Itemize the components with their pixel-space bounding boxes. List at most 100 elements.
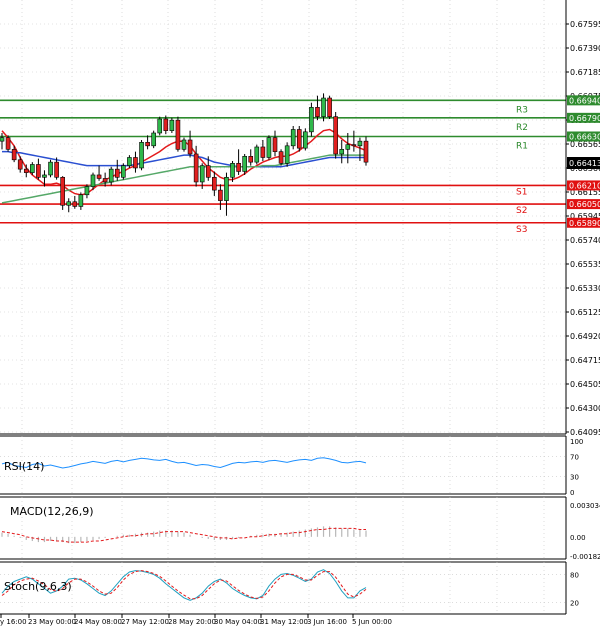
macd-tick-label: -0.001826 <box>570 553 600 561</box>
candle-body-up <box>290 129 296 147</box>
candle-body-up <box>224 176 229 201</box>
candle-body-up <box>30 164 35 173</box>
stochastic-tick-label: 20 <box>570 600 579 608</box>
rsi-panel: RSI(14) 100 70 30 0 <box>0 435 583 497</box>
candle-body-down <box>327 97 332 117</box>
candle <box>278 149 284 166</box>
candle-body-down <box>333 116 338 155</box>
candle-body-up <box>284 145 290 164</box>
candle-body-down <box>17 159 23 170</box>
candle-body-down <box>278 151 284 164</box>
candle-body-up <box>254 146 260 163</box>
candle-body-down <box>11 149 17 161</box>
candle <box>327 95 332 120</box>
candle-body-down <box>145 142 150 147</box>
time-tick-label: 5 Jun 00:00 <box>352 618 392 626</box>
rsi-tick-label: 0 <box>570 489 574 497</box>
candle <box>333 112 338 159</box>
time-tick-label: 23 May 00:00 <box>28 618 76 626</box>
candle <box>175 116 181 152</box>
candle-body-down <box>218 189 223 201</box>
stochastic-panel: Stoch(9,6,3) 80 20 <box>0 561 579 615</box>
price-tick-label: 0.64920 <box>570 332 600 341</box>
candle-body-down <box>212 176 217 191</box>
candle-body-down <box>193 153 199 183</box>
candle-body-down <box>36 164 41 178</box>
candle <box>296 126 302 152</box>
candle <box>5 135 11 152</box>
candle-body-down <box>72 201 78 207</box>
price-tick-label: 0.67185 <box>570 68 600 77</box>
rsi-tick-label: 70 <box>570 453 579 461</box>
candle-body-up <box>199 165 205 183</box>
price-tick-label: 0.64300 <box>570 404 600 413</box>
level-name-s2: S2 <box>516 206 527 216</box>
candle <box>181 137 187 152</box>
price-tick-label: 0.64715 <box>570 356 600 365</box>
candle-body-down <box>114 168 120 178</box>
candle <box>48 159 53 178</box>
candle-body-up <box>309 107 314 133</box>
candle-body-up <box>345 144 351 150</box>
time-tick-label: 30 May 04:00 <box>214 618 262 626</box>
candle-body-down <box>163 118 169 131</box>
candle-body-up <box>78 194 84 207</box>
time-tick-label: 24 May 08:00 <box>74 618 122 626</box>
chart-svg: 0.675950.673900.671850.669750.667700.665… <box>0 0 600 630</box>
chart: 0.675950.673900.671850.669750.667700.665… <box>0 0 600 630</box>
candle-body-down <box>351 144 357 147</box>
candle <box>290 126 296 150</box>
candle-body-up <box>157 118 163 134</box>
price-tick-label: 0.65125 <box>570 308 600 317</box>
candle-body-down <box>296 129 302 149</box>
candle-body-up <box>48 161 53 176</box>
price-tick-label: 0.67595 <box>570 20 600 29</box>
level-name-s3: S3 <box>516 225 527 235</box>
stochastic-label: Stoch(9,6,3) <box>4 580 72 593</box>
current-price-tag: 0.66413 <box>567 157 600 169</box>
candle <box>309 102 314 137</box>
candle-body-down <box>175 119 181 150</box>
candle <box>121 163 126 180</box>
rsi-tick-label: 30 <box>570 474 579 482</box>
candle <box>266 135 272 160</box>
candle-body-up <box>127 157 132 166</box>
candle-body-up <box>321 97 326 117</box>
candle-body-up <box>121 165 126 178</box>
candle-body-down <box>60 176 65 206</box>
candle-body-down <box>23 168 29 173</box>
candle-body-down <box>133 157 138 169</box>
level-name-r3: R3 <box>516 105 528 115</box>
candle-body-up <box>266 137 272 158</box>
candle-body-up <box>90 174 96 187</box>
macd-tick-label: 0.00 <box>570 534 586 542</box>
rsi-label: RSI(14) <box>4 460 44 473</box>
price-tick-label: 0.65330 <box>570 284 600 293</box>
candle-body-up <box>181 139 187 150</box>
candle-body-down <box>260 146 266 158</box>
price-panel: 0.675950.673900.671850.669750.667700.665… <box>0 0 600 437</box>
current-price-label: 0.66413 <box>569 159 600 168</box>
candle-body-down <box>315 107 320 117</box>
stochastic-tick-label: 80 <box>570 571 579 579</box>
macd-panel: MACD(12,26,9) 0.003034 0.00 -0.001826 <box>0 496 600 561</box>
price-tick-label: 0.64505 <box>570 380 600 389</box>
macd-tick-label: 0.003034 <box>570 502 600 510</box>
candle-body-up <box>242 156 247 172</box>
candle-body-up <box>169 119 175 131</box>
candle-body-down <box>236 163 241 172</box>
candle-body-down <box>54 161 59 178</box>
candle-body-up <box>151 132 156 147</box>
candle-body-up <box>357 140 363 147</box>
candle-body-up <box>230 163 235 178</box>
time-tick-label: 31 May 12:00 <box>260 618 308 626</box>
candle-body-up <box>139 142 144 169</box>
candle-body-down <box>187 139 193 155</box>
level-tag-label-s3: 0.65890 <box>569 219 600 228</box>
candle <box>284 142 290 167</box>
macd-label: MACD(12,26,9) <box>10 505 94 518</box>
candle <box>169 117 175 133</box>
candle-body-down <box>5 137 11 150</box>
candle-body-up <box>108 168 114 183</box>
candle-body-down <box>363 140 369 163</box>
